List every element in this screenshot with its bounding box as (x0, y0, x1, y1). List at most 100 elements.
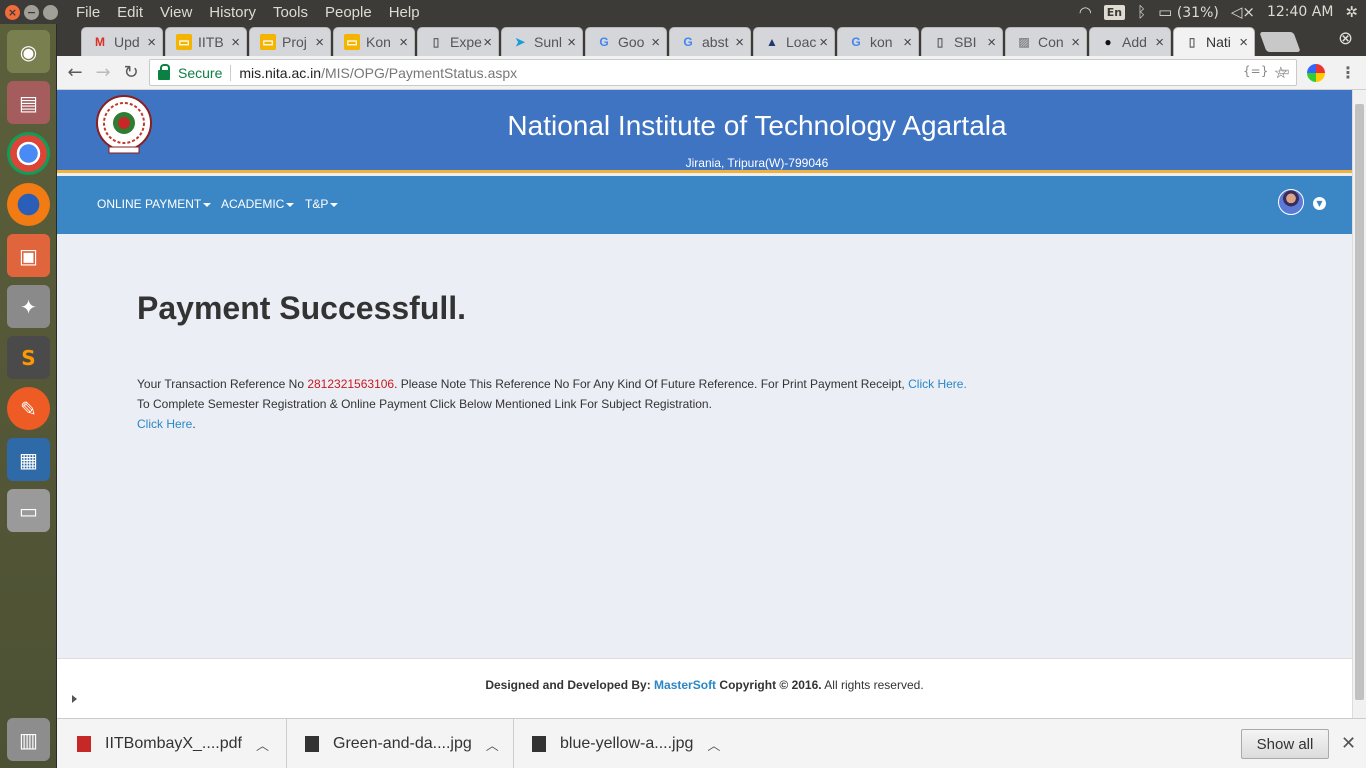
close-tab-icon[interactable]: × (651, 34, 660, 51)
sublime-icon[interactable]: S (7, 336, 50, 379)
message-text: Your Transaction Reference No (137, 377, 308, 391)
tab[interactable]: ➤ Sunl × (501, 27, 583, 56)
nav-tp[interactable]: T&P (305, 197, 339, 211)
nav-tp-label: T&P (305, 197, 329, 211)
download-item[interactable]: blue-yellow-a....jpg ︿ (514, 719, 744, 768)
page-scrollbar[interactable] (1352, 90, 1366, 718)
url-host: mis.nita.ac.in (239, 64, 322, 81)
close-tab-icon[interactable]: × (903, 34, 912, 51)
menu-tools[interactable]: Tools (273, 4, 308, 21)
subject-registration-link[interactable]: Click Here (137, 417, 192, 431)
close-tab-icon[interactable]: × (399, 34, 408, 51)
tab[interactable]: M Upd × (81, 27, 163, 56)
nav-online-payment[interactable]: ONLINE PAYMENT (97, 197, 212, 211)
menu-view[interactable]: View (160, 4, 192, 21)
close-tab-icon[interactable]: × (819, 34, 828, 51)
battery-percent: (31%) (1176, 5, 1219, 21)
tab[interactable]: G abst × (669, 27, 751, 56)
window-maximize-button[interactable] (43, 4, 58, 20)
writer-icon[interactable]: ▦ (7, 438, 50, 481)
chevron-down-icon[interactable]: ▼ (1313, 197, 1326, 210)
new-tab-button[interactable] (1259, 32, 1301, 52)
bluetooth-icon[interactable]: ᛒ (1137, 3, 1146, 21)
close-icon[interactable]: ⊗ (1338, 28, 1353, 49)
close-tab-icon[interactable]: × (567, 34, 576, 51)
menu-edit[interactable]: Edit (117, 4, 143, 21)
menu-history[interactable]: History (209, 4, 256, 21)
tab[interactable]: ▭ IITB × (165, 27, 247, 56)
wifi-icon[interactable]: ◠ (1079, 3, 1092, 21)
ubuntu-icon[interactable]: ◉ (7, 30, 50, 73)
colorwheel-extension-icon[interactable] (1307, 64, 1325, 82)
chevron-up-icon[interactable]: ︿ (256, 735, 269, 754)
google-icon: G (683, 35, 693, 49)
window-minimize-button[interactable]: − (24, 4, 39, 20)
volume-icon[interactable]: ◁× (1231, 3, 1255, 21)
tab[interactable]: ▨ Con × (1005, 27, 1087, 56)
system-top-panel: × − File Edit View History Tools People … (0, 0, 1366, 24)
firefox-icon[interactable] (7, 183, 50, 226)
close-tab-icon[interactable]: × (483, 34, 492, 51)
tab[interactable]: ▲ Loac × (753, 27, 835, 56)
gear-icon[interactable]: ✲ (1345, 3, 1358, 21)
inbox-extension-icon[interactable]: ▭ (1275, 64, 1293, 82)
json-extension-icon[interactable]: {=} (1243, 64, 1268, 82)
tab[interactable]: G Goo × (585, 27, 667, 56)
back-icon[interactable]: ← (61, 62, 89, 83)
keyboard-layout-indicator[interactable]: En (1103, 4, 1126, 20)
settings-icon[interactable]: ✦ (7, 285, 50, 328)
web-page: National Institute of Technology Agartal… (57, 90, 1352, 718)
close-tab-icon[interactable]: × (987, 34, 996, 51)
print-receipt-link[interactable]: Click Here. (908, 377, 967, 391)
download-item[interactable]: IITBombayX_....pdf ︿ (57, 719, 287, 768)
files-icon[interactable]: ▤ (7, 81, 50, 124)
download-item[interactable]: Green-and-da....jpg ︿ (287, 719, 514, 768)
address-bar[interactable]: Secure mis.nita.ac.in /MIS/OPG/PaymentSt… (149, 59, 1297, 86)
github-icon: ● (1104, 35, 1112, 49)
divider (230, 64, 232, 81)
close-tab-icon[interactable]: × (231, 34, 240, 51)
chevron-up-icon[interactable]: ︿ (707, 735, 720, 754)
battery-indicator[interactable]: ▭ (31%) (1158, 3, 1219, 21)
tab[interactable]: ● Add × (1089, 27, 1171, 56)
close-tab-icon[interactable]: × (1071, 34, 1080, 51)
registration-link-line: Click Here. (137, 417, 196, 431)
menu-help[interactable]: Help (389, 4, 420, 21)
drive-icon[interactable]: ▭ (7, 489, 50, 532)
browser-toolbar: ← → ↻ Secure mis.nita.ac.in /MIS/OPG/Pay… (57, 56, 1366, 90)
footer-brand-link[interactable]: MasterSoft (654, 678, 716, 692)
tab[interactable]: ▯ Expe × (417, 27, 499, 56)
download-filename: IITBombayX_....pdf (105, 735, 242, 752)
scrollbar-thumb[interactable] (1355, 104, 1364, 700)
clock[interactable]: 12:40 AM (1267, 4, 1333, 20)
caret-right-icon[interactable] (72, 695, 77, 703)
close-icon[interactable]: ✕ (1341, 733, 1356, 754)
menu-people[interactable]: People (325, 4, 372, 21)
close-tab-icon[interactable]: × (147, 34, 156, 51)
window-close-button[interactable]: × (5, 4, 20, 20)
folder-icon[interactable]: ▣ (7, 234, 50, 277)
tab[interactable]: ▭ Proj × (249, 27, 331, 56)
menu-file[interactable]: File (76, 4, 100, 21)
nav-academic[interactable]: ACADEMIC (221, 197, 295, 211)
chrome-icon[interactable] (7, 132, 50, 175)
tab[interactable]: G kon × (837, 27, 919, 56)
system-tray: ◠ En ᛒ ▭ (31%) ◁× 12:40 AM ✲ (1079, 3, 1366, 21)
close-tab-icon[interactable]: × (735, 34, 744, 51)
avatar[interactable] (1278, 189, 1304, 215)
postman-icon[interactable]: ✎ (7, 387, 50, 430)
forward-icon[interactable]: → (89, 62, 117, 83)
tab[interactable]: ▯ SBI × (921, 27, 1003, 56)
url-path: /MIS/OPG/PaymentStatus.aspx (321, 64, 518, 81)
close-tab-icon[interactable]: × (315, 34, 324, 51)
browser-menu-icon[interactable]: ⋮ (1340, 63, 1356, 82)
close-tab-icon[interactable]: × (1239, 34, 1248, 51)
show-all-downloads-button[interactable]: Show all (1241, 729, 1329, 759)
trash-icon[interactable]: ▥ (7, 718, 50, 761)
tab-active[interactable]: ▯ Nati × (1173, 27, 1255, 56)
chevron-up-icon[interactable]: ︿ (486, 735, 499, 754)
close-tab-icon[interactable]: × (1155, 34, 1164, 51)
tab[interactable]: ▭ Kon × (333, 27, 415, 56)
pdf-file-icon (77, 736, 91, 752)
reload-icon[interactable]: ↻ (117, 62, 145, 83)
